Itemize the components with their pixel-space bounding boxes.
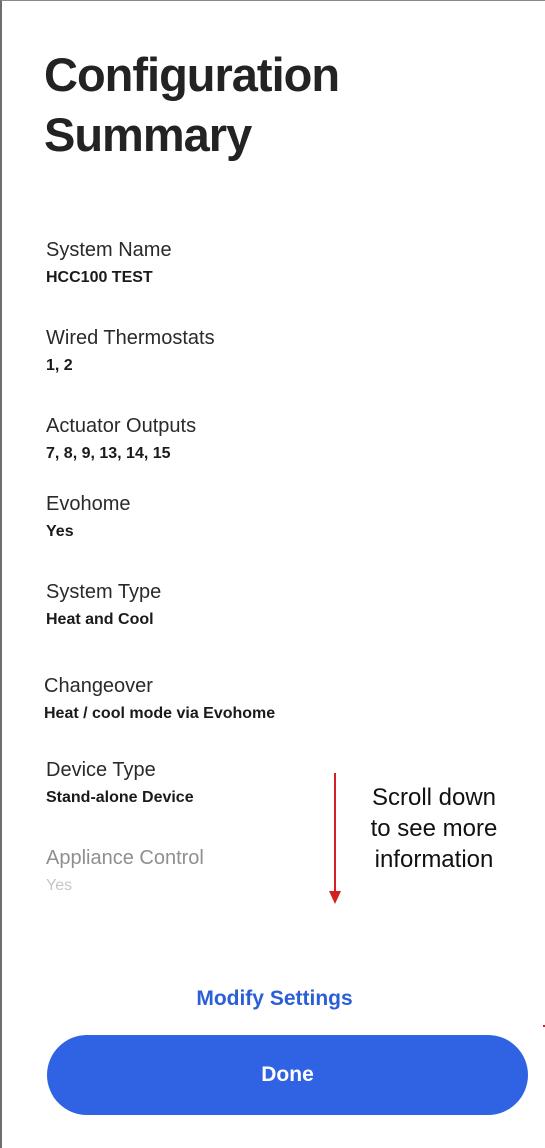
scroll-hint-line3: information [374, 846, 494, 873]
field-label: System Type [46, 581, 162, 603]
field-value: 1, 2 [46, 357, 73, 374]
field-label: Evohome [46, 493, 131, 515]
field-value: Heat and Cool [46, 611, 154, 628]
field-value: 7, 8, 9, 13, 14, 15 [46, 445, 171, 462]
page-title-line2: Summary [44, 108, 252, 161]
field-system-type: System Type Heat and Cool [46, 579, 161, 631]
field-value: Yes [46, 877, 73, 894]
field-value: Heat / cool mode via Evohome [44, 705, 276, 722]
field-value: Stand-alone Device [46, 789, 194, 806]
modify-settings-link[interactable]: Modify Settings [2, 987, 545, 1011]
field-system-name: System Name HCC100 TEST [46, 237, 172, 289]
field-label: System Name [46, 239, 172, 261]
scroll-down-arrow-icon [329, 773, 341, 904]
field-label: Actuator Outputs [46, 415, 197, 437]
field-changeover: Changeover Heat / cool mode via Evohome [44, 673, 275, 725]
done-button[interactable]: Done [47, 1035, 528, 1115]
field-wired-thermostats: Wired Thermostats 1, 2 [46, 325, 215, 377]
field-label: Wired Thermostats [46, 327, 215, 349]
field-value: HCC100 TEST [46, 269, 153, 286]
scroll-hint-line1: Scroll down [371, 784, 497, 811]
field-label: Device Type [46, 759, 156, 781]
scroll-hint-line2: to see more [370, 815, 498, 842]
page-title: Configuration Summary [44, 45, 340, 165]
field-device-type: Device Type Stand-alone Device [46, 757, 194, 809]
field-actuator-outputs: Actuator Outputs 7, 8, 9, 13, 14, 15 [46, 413, 196, 465]
configuration-summary-screen: Configuration Summary System Name HCC100… [0, 0, 545, 1148]
field-label: Appliance Control [46, 847, 204, 869]
field-appliance-control: Appliance Control Yes [46, 845, 204, 897]
scroll-hint-annotation: Scroll down to see more information [349, 782, 519, 875]
field-value: Yes [46, 523, 74, 540]
field-evohome: Evohome Yes [46, 491, 131, 543]
page-title-line1: Configuration [44, 48, 340, 101]
field-label: Changeover [44, 675, 153, 697]
